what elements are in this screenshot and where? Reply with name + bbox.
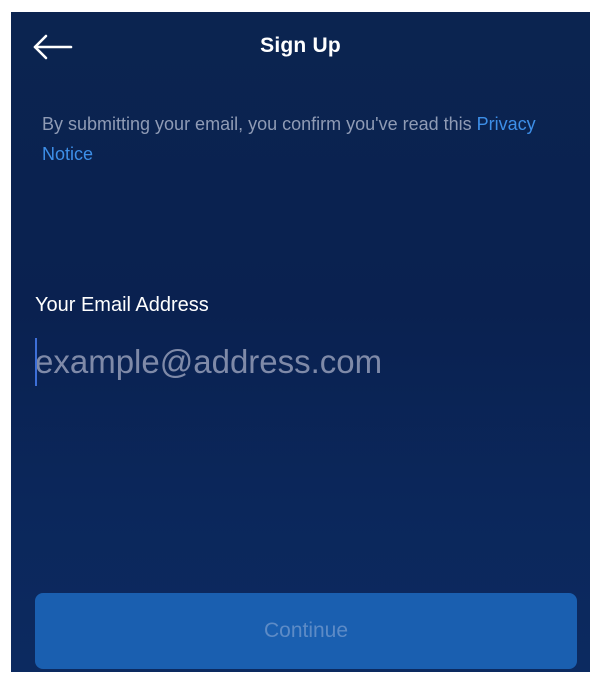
text-cursor: [35, 338, 37, 386]
sign-up-screen: Sign Up By submitting your email, you co…: [11, 12, 590, 672]
privacy-notice-text: By submitting your email, you confirm yo…: [42, 109, 572, 169]
email-field[interactable]: [33, 334, 573, 390]
email-field-container: [33, 334, 573, 390]
page-title: Sign Up: [260, 34, 341, 57]
continue-button[interactable]: Continue: [35, 593, 577, 669]
notice-text: By submitting your email, you confirm yo…: [42, 114, 477, 134]
email-field-label: Your Email Address: [35, 294, 209, 316]
header-bar: Sign Up: [11, 12, 590, 84]
